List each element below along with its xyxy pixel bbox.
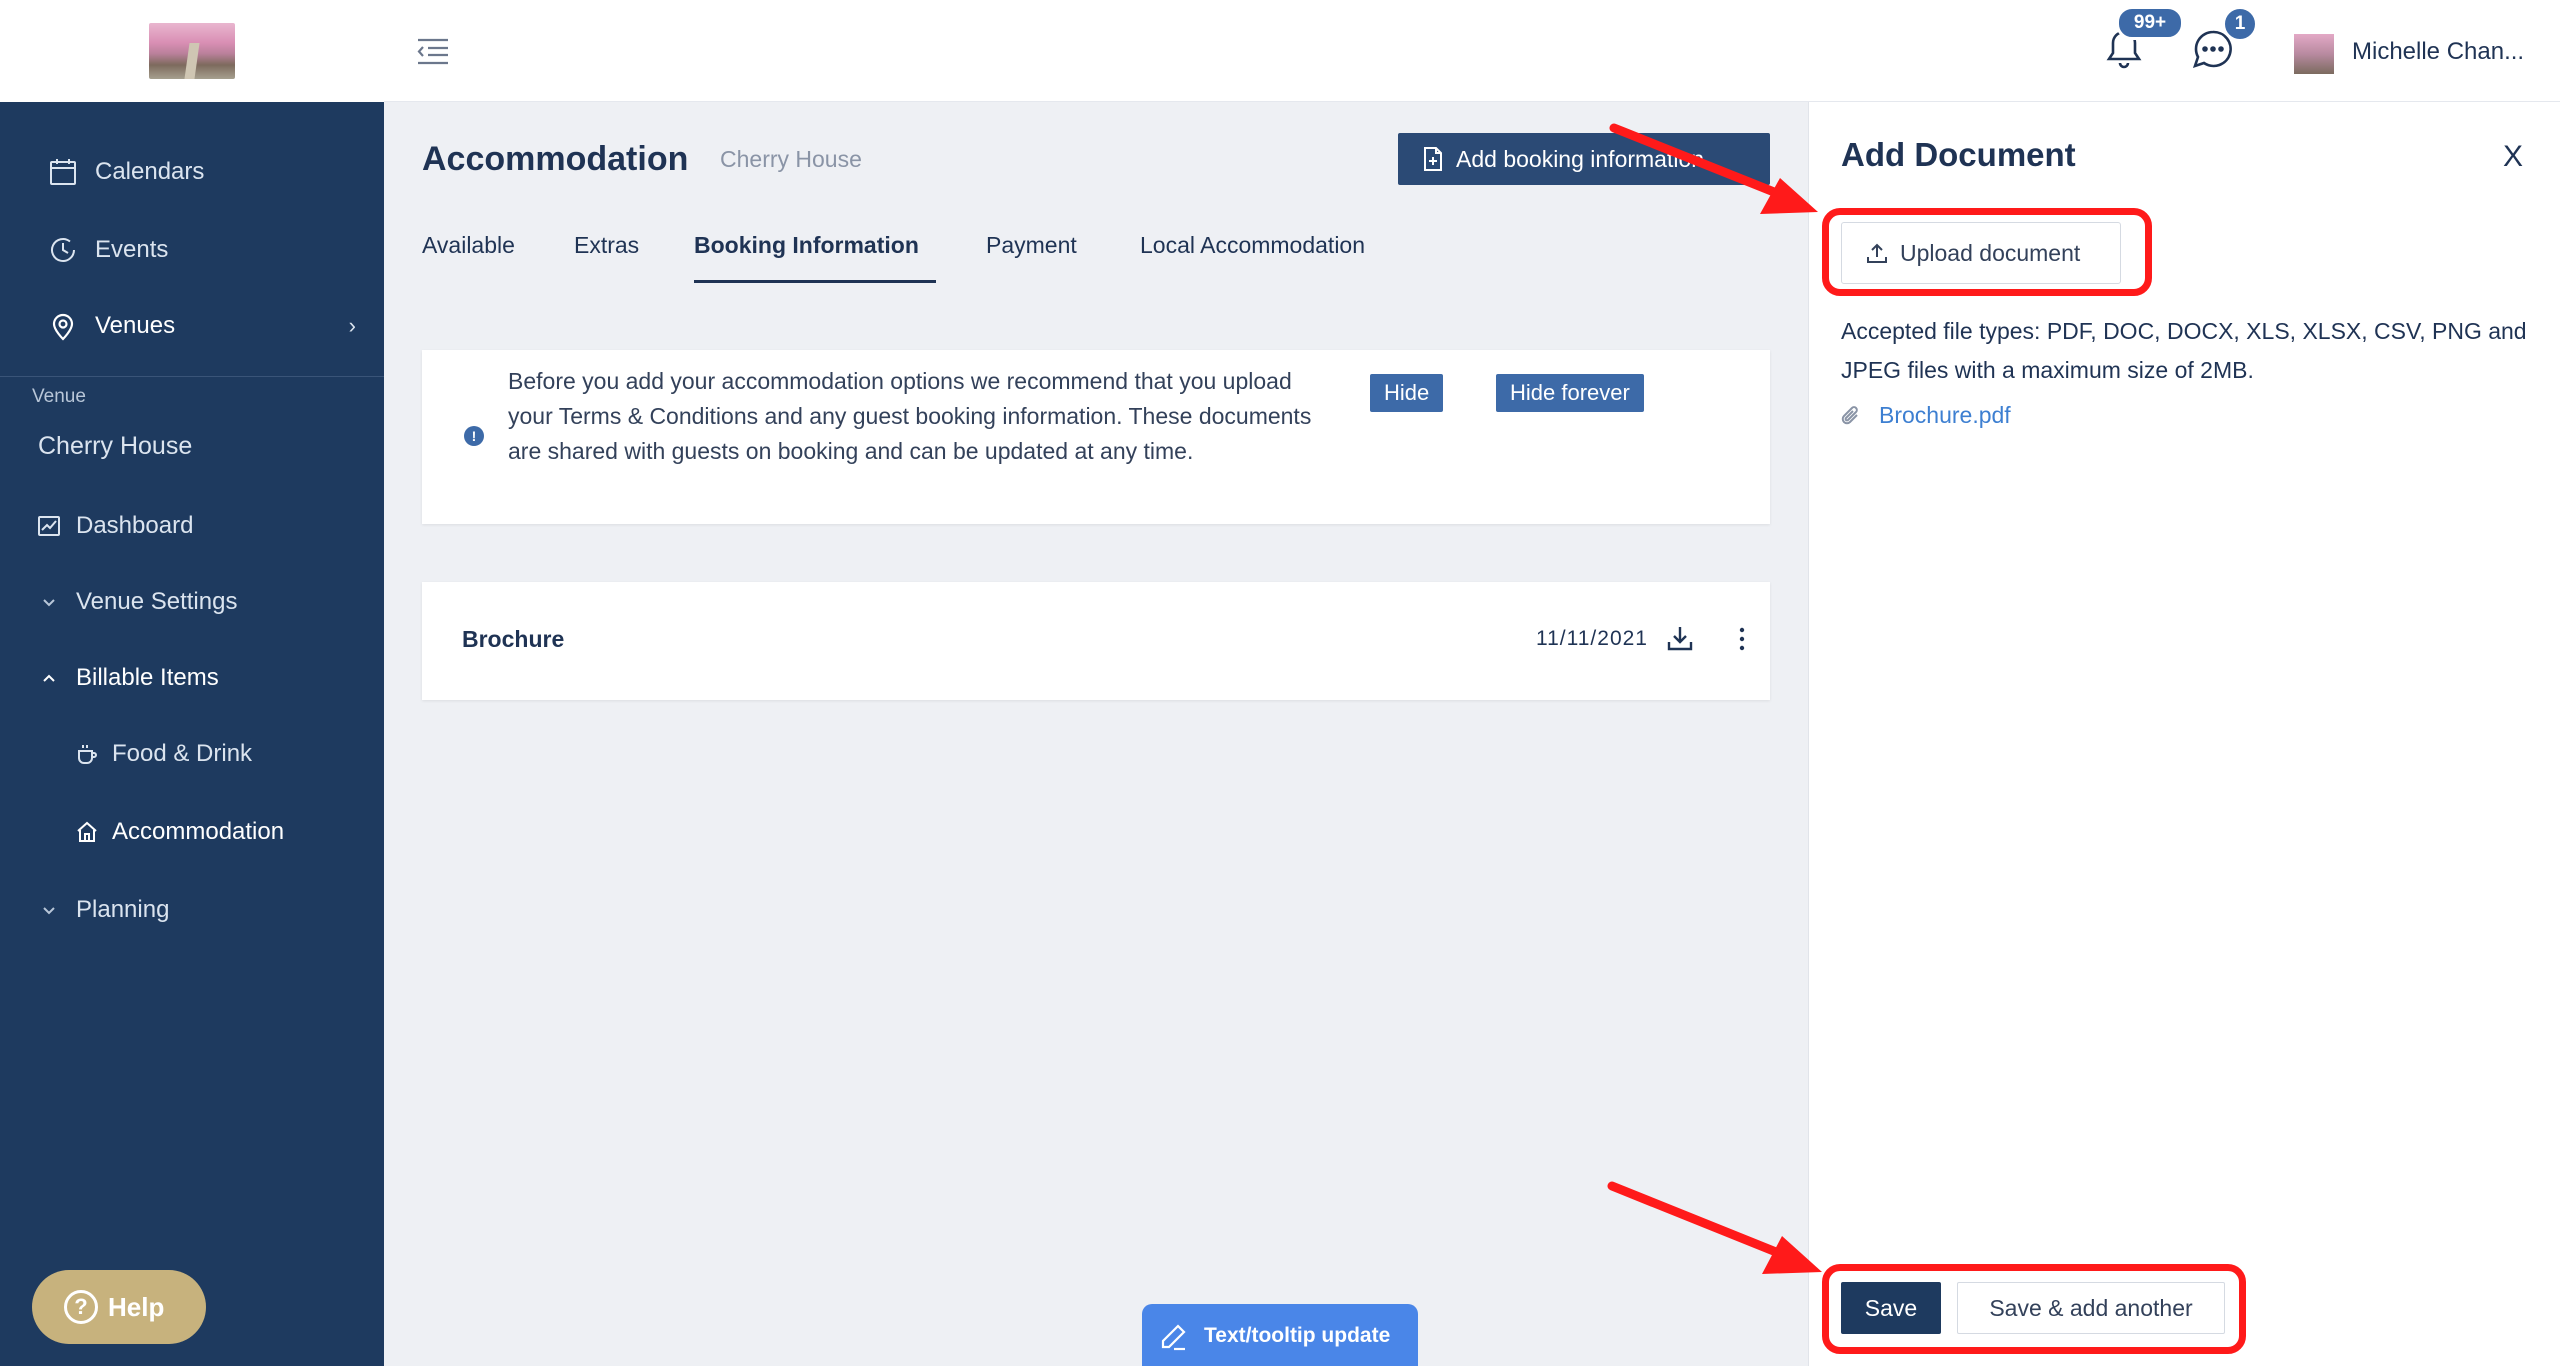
chevron-right-icon: ›	[348, 313, 356, 338]
venue-logo[interactable]	[149, 23, 235, 79]
notification-badge: 99+	[2116, 6, 2184, 40]
close-icon[interactable]: X	[2503, 140, 2523, 174]
document-date: 11/11/2021	[1536, 627, 1648, 650]
page-subtitle: Cherry House	[720, 146, 862, 172]
chevron-up-icon	[36, 665, 62, 691]
chevron-down-icon	[36, 897, 62, 923]
add-booking-information-button[interactable]: Add booking information	[1398, 133, 1770, 185]
text-tooltip-update-button[interactable]: Text/tooltip update	[1142, 1304, 1418, 1366]
calendar-icon	[48, 157, 78, 187]
attachment-link[interactable]: Brochure.pdf	[1841, 402, 2011, 429]
home-icon	[74, 819, 100, 845]
active-tab-indicator	[694, 280, 936, 283]
venue-name: Cherry House	[38, 432, 193, 460]
sidebar-item-label: Planning	[76, 896, 170, 923]
sidebar-item-dashboard[interactable]: Dashboard	[0, 498, 384, 554]
top-bar: 99+ 1 Michelle Chan...	[384, 0, 2560, 102]
annotation-arrow-save	[1607, 1181, 1791, 1261]
info-banner: ! Before you add your accommodation opti…	[422, 350, 1770, 524]
chevron-down-icon	[36, 589, 62, 615]
document-name: Brochure	[462, 626, 565, 652]
tab-extras[interactable]: Extras	[574, 232, 639, 259]
question-icon: ?	[64, 1290, 98, 1324]
panel-title: Add Document	[1841, 136, 2076, 173]
add-file-icon	[1424, 147, 1442, 171]
sidebar-item-food-drink[interactable]: Food & Drink	[0, 726, 384, 782]
annotation-box-upload	[1822, 208, 2152, 296]
tab-payment[interactable]: Payment	[986, 232, 1077, 259]
sidebar-item-label: Dashboard	[76, 512, 194, 539]
nav-events-label: Events	[95, 236, 169, 263]
tooltip-update-label: Text/tooltip update	[1204, 1324, 1391, 1347]
info-text: Before you add your accommodation option…	[508, 368, 1312, 464]
help-button[interactable]: ? Help	[32, 1270, 206, 1344]
more-options-icon[interactable]	[1738, 626, 1746, 652]
pencil-icon	[1161, 1324, 1186, 1351]
add-booking-label: Add booking information	[1456, 145, 1705, 172]
page-title: Accommodation	[422, 140, 689, 178]
nav-calendars[interactable]: Calendars	[0, 142, 384, 202]
info-icon: !	[464, 426, 484, 446]
user-name[interactable]: Michelle Chan...	[2352, 38, 2524, 66]
paperclip-icon	[1841, 405, 1858, 424]
sidebar-divider	[0, 376, 384, 377]
avatar[interactable]	[2294, 34, 2334, 74]
sidebar-item-planning[interactable]: Planning	[0, 882, 384, 938]
menu-collapse-icon[interactable]	[416, 36, 450, 66]
tab-booking-information[interactable]: Booking Information	[694, 232, 919, 259]
logo-area	[0, 0, 384, 102]
sidebar-item-venue-settings[interactable]: Venue Settings	[0, 574, 384, 630]
sidebar-item-label: Food & Drink	[112, 740, 253, 767]
annotation-box-save	[1822, 1264, 2246, 1354]
sidebar-item-label: Billable Items	[76, 664, 219, 691]
document-row[interactable]: Brochure 11/11/2021	[422, 582, 1770, 700]
chart-icon	[36, 513, 62, 539]
sidebar-item-label: Venue Settings	[76, 588, 238, 615]
nav-events[interactable]: Events	[0, 220, 384, 280]
coffee-cup-icon	[74, 741, 100, 767]
sidebar: Calendars Events Venues › Venue Cherry H…	[0, 0, 384, 1366]
sidebar-item-label: Accommodation	[112, 818, 285, 845]
nav-venues[interactable]: Venues ›	[0, 296, 384, 356]
attachment-name: Brochure.pdf	[1879, 402, 2011, 428]
nav-venues-label: Venues	[95, 312, 176, 339]
location-pin-icon	[48, 311, 78, 341]
help-label: Help	[108, 1291, 165, 1322]
tab-available[interactable]: Available	[422, 232, 515, 259]
sidebar-item-accommodation[interactable]: Accommodation	[0, 804, 384, 860]
hide-forever-button[interactable]: Hide forever	[1496, 374, 1644, 412]
download-icon[interactable]	[1666, 624, 1694, 652]
nav-calendars-label: Calendars	[95, 158, 205, 185]
message-badge: 1	[2222, 6, 2258, 42]
sidebar-item-billable-items[interactable]: Billable Items	[0, 650, 384, 706]
venue-caption: Venue	[32, 386, 86, 407]
accepted-file-types-text: Accepted file types: PDF, DOC, DOCX, XLS…	[1841, 318, 2527, 383]
clock-icon	[48, 235, 78, 265]
hide-button[interactable]: Hide	[1370, 374, 1444, 412]
tab-local-accommodation[interactable]: Local Accommodation	[1140, 232, 1365, 259]
